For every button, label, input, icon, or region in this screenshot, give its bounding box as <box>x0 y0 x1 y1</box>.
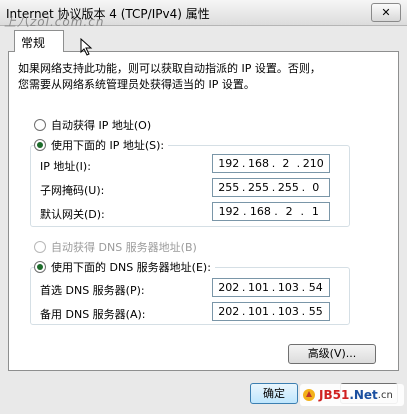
ip-octet-3: 2 <box>282 157 290 170</box>
default-gateway-input[interactable]: 192. 168. 2. 1 <box>212 202 330 221</box>
watermark-text-b: .Net <box>349 388 378 402</box>
mask-octet-1: 255 <box>218 181 240 194</box>
auto-dns-label: 自动获得 DNS 服务器地址(B) <box>51 241 197 254</box>
gateway-octet-4: 1 <box>311 205 319 218</box>
alternate-dns-input[interactable]: 202. 101. 103. 55 <box>212 302 330 321</box>
ip-octet-2: 168 <box>248 157 270 170</box>
alternate-dns-label: 备用 DNS 服务器(A): <box>40 308 146 321</box>
gateway-octet-2: 168 <box>249 205 271 218</box>
auto-ip-label: 自动获得 IP 地址(O) <box>51 119 152 132</box>
ip-address-input[interactable]: 192. 168. 2. 210 <box>212 154 330 173</box>
manual-dns-label: 使用下面的 DNS 服务器地址(E): <box>51 261 211 274</box>
ip-octet-1: 192 <box>218 157 240 170</box>
advanced-button[interactable]: 高级(V)... <box>288 344 376 364</box>
watermark-top: 上八zol.com.cn <box>4 15 105 29</box>
preferred-dns-label: 首选 DNS 服务器(P): <box>40 284 145 297</box>
pdns-octet-4: 54 <box>308 281 323 294</box>
auto-dns-option[interactable]: 自动获得 DNS 服务器地址(B) <box>34 240 197 254</box>
description-text: 如果网络支持此功能，则可以获取自动指派的 IP 设置。否则， 您需要从网络系统管… <box>18 61 388 93</box>
adns-octet-2: 101 <box>248 305 270 318</box>
watermark-text-c: .cn <box>377 389 393 401</box>
mouse-cursor-icon <box>80 38 93 56</box>
watermark-logo-icon <box>303 389 315 401</box>
manual-dns-option[interactable]: 使用下面的 DNS 服务器地址(E): <box>34 260 215 274</box>
pdns-octet-3: 103 <box>277 281 299 294</box>
mask-octet-3: 255 <box>277 181 299 194</box>
default-gateway-label: 默认网关(D): <box>40 208 105 221</box>
ip-octet-4: 210 <box>302 157 324 170</box>
auto-dns-radio[interactable] <box>34 241 46 253</box>
close-button[interactable]: ✕ <box>371 3 401 22</box>
gateway-octet-1: 192 <box>218 205 240 218</box>
mask-octet-2: 255 <box>248 181 270 194</box>
manual-ip-option[interactable]: 使用下面的 IP 地址(S): <box>34 138 169 152</box>
manual-dns-radio[interactable] <box>34 261 46 273</box>
preferred-dns-input[interactable]: 202. 101. 103. 54 <box>212 278 330 297</box>
gateway-octet-3: 2 <box>285 205 293 218</box>
subnet-mask-label: 子网掩码(U): <box>40 184 105 197</box>
auto-ip-option[interactable]: 自动获得 IP 地址(O) <box>34 118 151 132</box>
auto-ip-radio[interactable] <box>34 119 46 131</box>
mask-octet-4: 0 <box>312 181 320 194</box>
watermark-text-a: JB51 <box>319 388 350 402</box>
site-watermark: JB51 .Net .cn <box>300 384 404 406</box>
subnet-mask-input[interactable]: 255. 255. 255. 0 <box>212 178 330 197</box>
pdns-octet-2: 101 <box>248 281 270 294</box>
adns-octet-3: 103 <box>277 305 299 318</box>
manual-ip-radio[interactable] <box>34 139 46 151</box>
close-icon: ✕ <box>381 6 391 19</box>
adns-octet-4: 55 <box>308 305 323 318</box>
adns-octet-1: 202 <box>218 305 240 318</box>
ok-button[interactable]: 确定 <box>250 383 298 404</box>
description-line-1: 如果网络支持此功能，则可以获取自动指派的 IP 设置。否则， <box>18 62 321 75</box>
description-line-2: 您需要从网络系统管理员处获得适当的 IP 设置。 <box>18 78 255 91</box>
ip-address-label: IP 地址(I): <box>40 160 91 173</box>
tab-general[interactable]: 常规 <box>14 30 64 52</box>
manual-ip-label: 使用下面的 IP 地址(S): <box>51 139 165 152</box>
pdns-octet-1: 202 <box>218 281 240 294</box>
